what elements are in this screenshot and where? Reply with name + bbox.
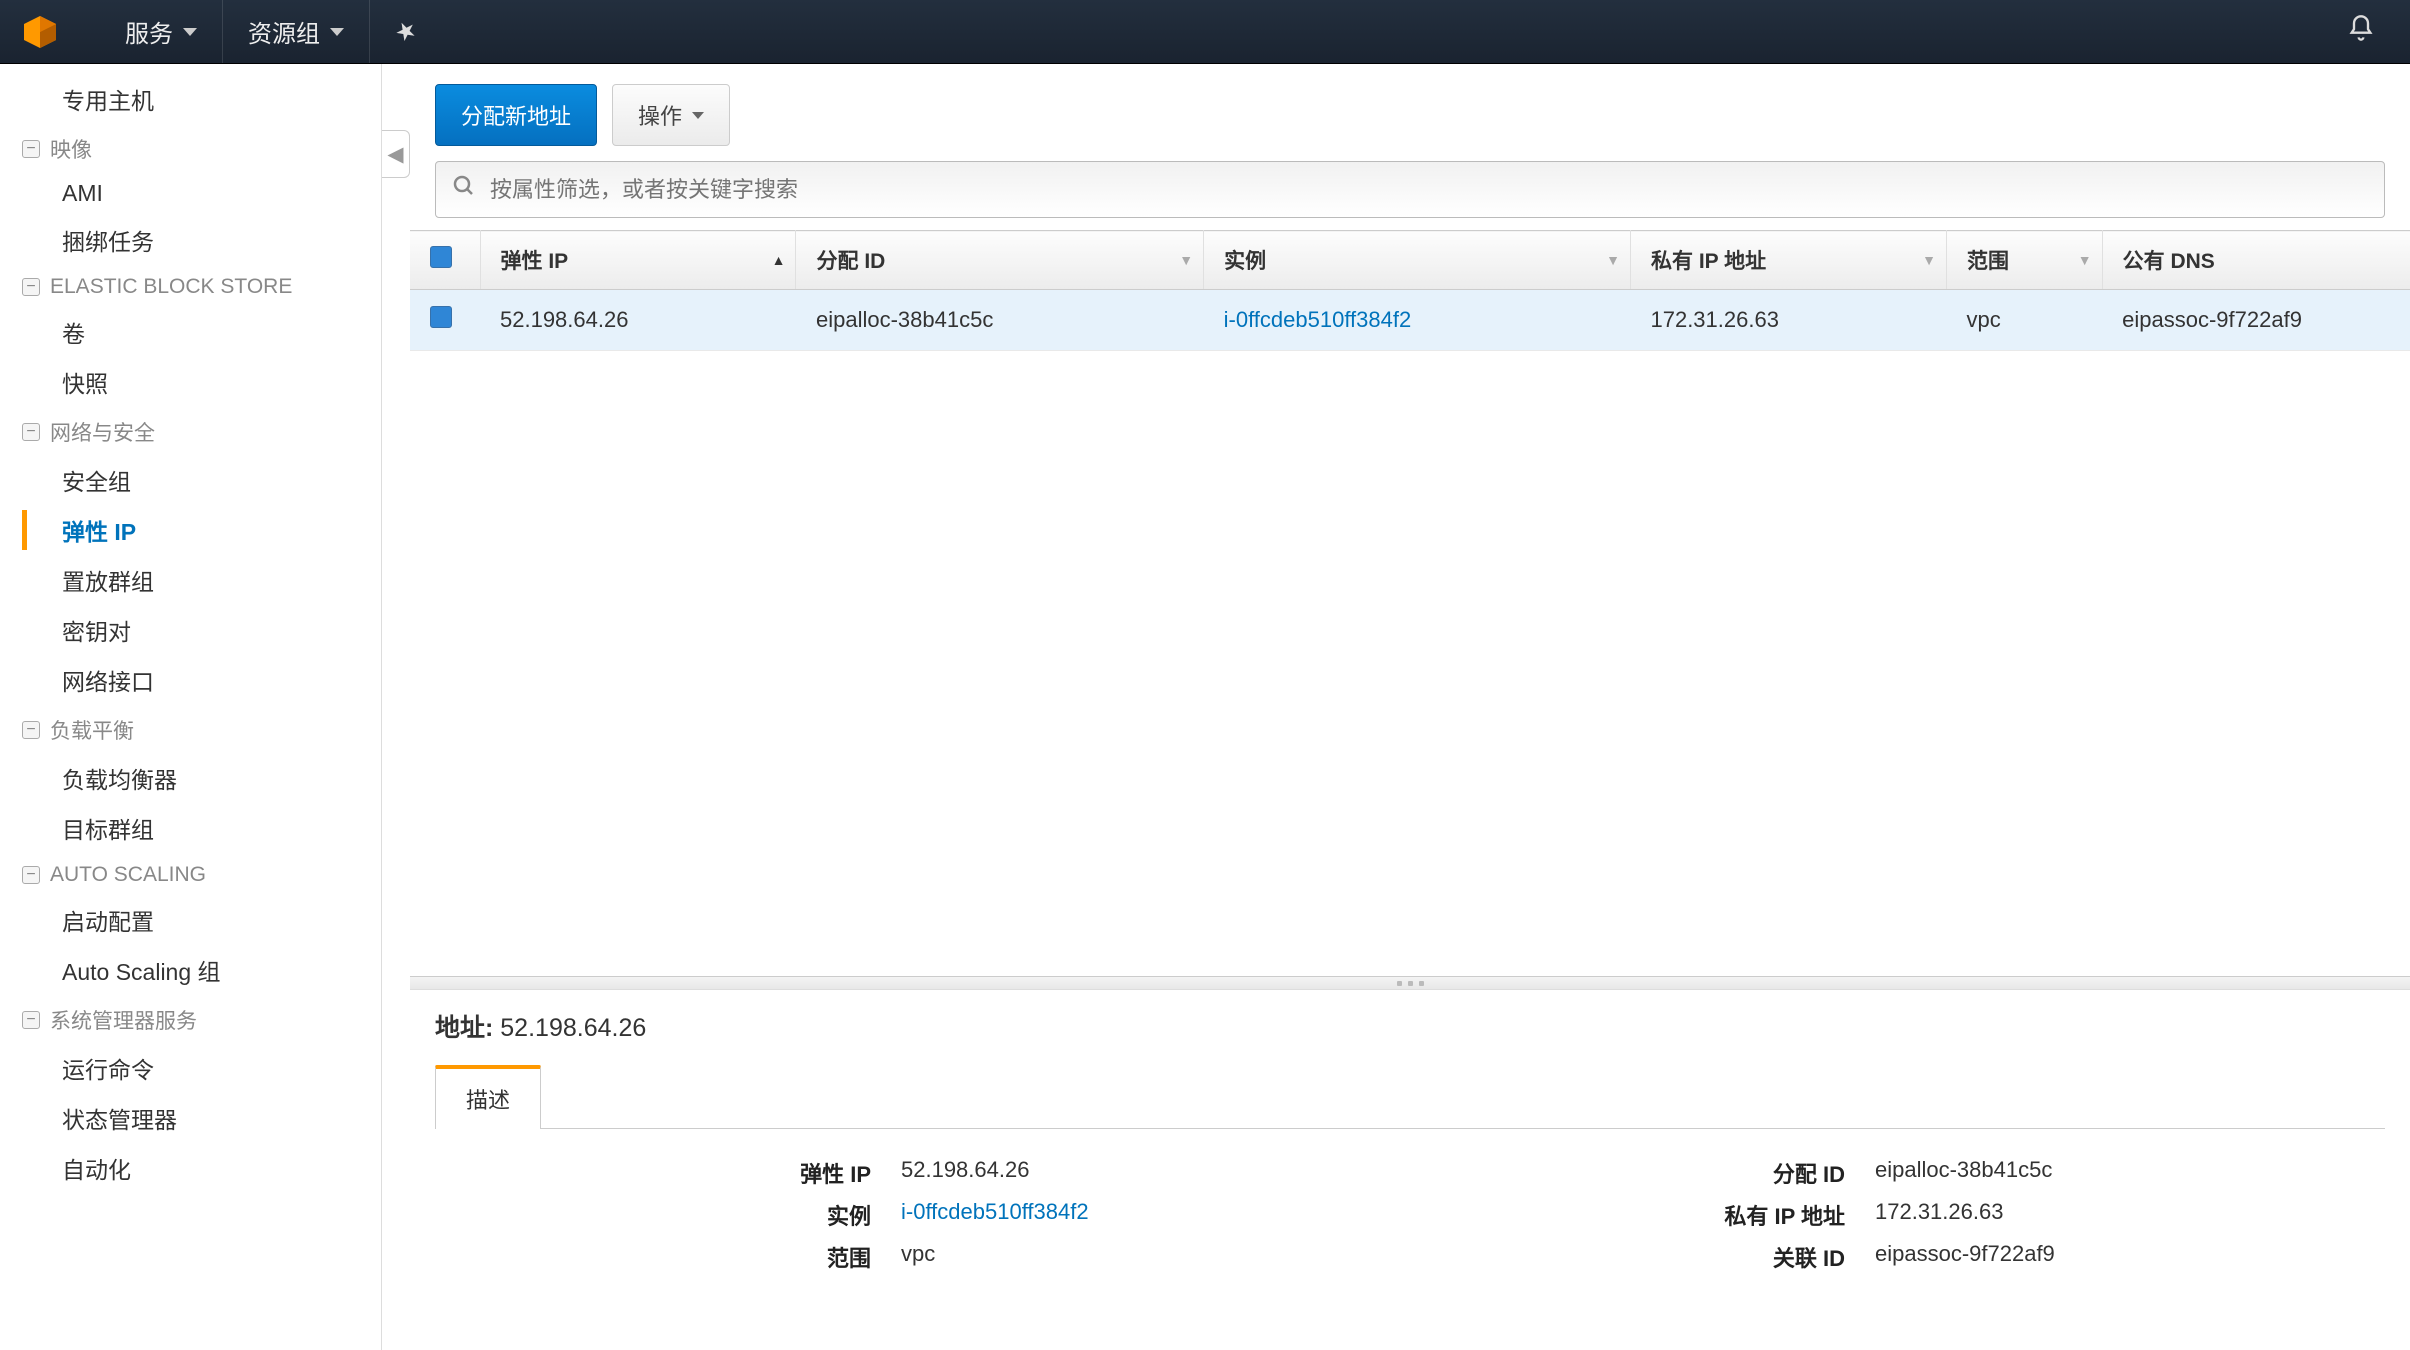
row-checkbox[interactable] (430, 306, 452, 328)
value-allocation-id: eipalloc-38b41c5c (1875, 1157, 2369, 1189)
aws-logo[interactable] (20, 12, 60, 52)
services-menu[interactable]: 服务 (100, 0, 223, 63)
label-association-id: 关联 ID (1425, 1241, 1845, 1273)
cell-scope: vpc (1946, 290, 2102, 351)
notifications-icon[interactable] (2332, 14, 2390, 50)
detail-title: 地址: 52.198.64.26 (435, 1008, 2385, 1044)
value-association-id: eipassoc-9f722af9 (1875, 1241, 2369, 1273)
value-elastic-ip: 52.198.64.26 (901, 1157, 1395, 1189)
sidebar-item-load-balancers[interactable]: 负载均衡器 (0, 753, 381, 803)
label-scope: 范围 (451, 1241, 871, 1273)
sidebar-item-key-pairs[interactable]: 密钥对 (0, 605, 381, 655)
sidebar-section-images[interactable]: − 映像 (0, 124, 381, 172)
toolbar: 分配新地址 操作 (410, 64, 2410, 161)
collapse-icon: − (22, 1011, 40, 1029)
allocate-address-button[interactable]: 分配新地址 (435, 84, 597, 146)
collapse-icon: − (22, 278, 40, 296)
actions-menu-button[interactable]: 操作 (612, 84, 730, 146)
sidebar-item-ami[interactable]: AMI (0, 172, 381, 215)
resource-groups-menu[interactable]: 资源组 (223, 0, 370, 63)
collapse-icon: − (22, 140, 40, 158)
main-content: 分配新地址 操作 弹性 IP▲ 分配 ID▼ 实例▼ 私有 IP 地址▼ 范围▼ (410, 64, 2410, 1350)
pin-icon[interactable]: ★ (370, 0, 441, 67)
column-select-all[interactable] (410, 231, 480, 290)
chevron-down-icon (692, 112, 704, 119)
column-public-dns[interactable]: 公有 DNS▼ (2102, 231, 2410, 290)
cell-public-dns: eipassoc-9f722af9 (2102, 290, 2410, 351)
value-private-ip: 172.31.26.63 (1875, 1199, 2369, 1231)
pane-splitter[interactable] (410, 976, 2410, 990)
sort-icon: ▼ (1606, 252, 1620, 268)
sidebar-item-network-interfaces[interactable]: 网络接口 (0, 655, 381, 705)
column-allocation-id[interactable]: 分配 ID▼ (796, 231, 1204, 290)
detail-properties: 弹性 IP 52.198.64.26 分配 ID eipalloc-38b41c… (435, 1129, 2385, 1301)
search-input[interactable] (490, 177, 2368, 203)
resource-groups-label: 资源组 (248, 14, 320, 49)
sidebar-item-asg[interactable]: Auto Scaling 组 (0, 945, 381, 995)
sidebar-item-volumes[interactable]: 卷 (0, 307, 381, 357)
sort-icon: ▼ (2078, 252, 2092, 268)
collapse-icon: − (22, 721, 40, 739)
sidebar-item-dedicated-hosts[interactable]: 专用主机 (0, 74, 381, 124)
checkbox-icon (430, 246, 452, 268)
sidebar-item-target-groups[interactable]: 目标群组 (0, 803, 381, 853)
label-allocation-id: 分配 ID (1425, 1157, 1845, 1189)
sidebar-item-launch-configs[interactable]: 启动配置 (0, 895, 381, 945)
sidebar-item-automation[interactable]: 自动化 (0, 1143, 381, 1193)
column-elastic-ip[interactable]: 弹性 IP▲ (480, 231, 796, 290)
sidebar-item-state-manager[interactable]: 状态管理器 (0, 1093, 381, 1143)
detail-tabs: 描述 (435, 1064, 2385, 1129)
collapse-sidebar-handle[interactable]: ◀ (382, 130, 410, 178)
sidebar-item-security-groups[interactable]: 安全组 (0, 455, 381, 505)
collapse-icon: − (22, 423, 40, 441)
sidebar-section-ssm[interactable]: − 系统管理器服务 (0, 995, 381, 1043)
sidebar-item-run-command[interactable]: 运行命令 (0, 1043, 381, 1093)
column-private-ip[interactable]: 私有 IP 地址▼ (1630, 231, 1946, 290)
detail-panel: 地址: 52.198.64.26 描述 弹性 IP 52.198.64.26 分… (410, 990, 2410, 1350)
label-elastic-ip: 弹性 IP (451, 1157, 871, 1189)
search-icon (452, 174, 476, 205)
cell-elastic-ip: 52.198.64.26 (480, 290, 796, 351)
sidebar-section-auto-scaling[interactable]: − AUTO SCALING (0, 853, 381, 895)
sidebar-item-snapshots[interactable]: 快照 (0, 357, 381, 407)
value-scope: vpc (901, 1241, 1395, 1273)
sidebar-item-elastic-ips[interactable]: 弹性 IP (0, 505, 381, 555)
tab-description[interactable]: 描述 (435, 1065, 541, 1129)
value-instance-link[interactable]: i-0ffcdeb510ff384f2 (901, 1199, 1089, 1224)
grip-icon (1397, 981, 1424, 986)
collapse-icon: − (22, 866, 40, 884)
elastic-ips-table: 弹性 IP▲ 分配 ID▼ 实例▼ 私有 IP 地址▼ 范围▼ 公有 DNS▼ … (410, 230, 2410, 351)
sort-asc-icon: ▲ (772, 252, 786, 268)
sort-icon: ▼ (1922, 252, 1936, 268)
sidebar-section-ebs[interactable]: − ELASTIC BLOCK STORE (0, 265, 381, 307)
cell-private-ip: 172.31.26.63 (1630, 290, 1946, 351)
sidebar-item-placement-groups[interactable]: 置放群组 (0, 555, 381, 605)
column-scope[interactable]: 范围▼ (1946, 231, 2102, 290)
table-row[interactable]: 52.198.64.26 eipalloc-38b41c5c i-0ffcdeb… (410, 290, 2410, 351)
column-instance[interactable]: 实例▼ (1204, 231, 1631, 290)
global-header: 服务 资源组 ★ (0, 0, 2410, 64)
left-nav: 专用主机 − 映像 AMI 捆绑任务 − ELASTIC BLOCK STORE… (0, 64, 382, 1350)
services-label: 服务 (125, 14, 173, 49)
instance-link[interactable]: i-0ffcdeb510ff384f2 (1224, 307, 1412, 332)
label-instance: 实例 (451, 1199, 871, 1231)
sidebar-item-bundle-tasks[interactable]: 捆绑任务 (0, 215, 381, 265)
chevron-down-icon (330, 28, 344, 36)
sidebar-section-load-balancing[interactable]: − 负载平衡 (0, 705, 381, 753)
sort-icon: ▼ (1179, 252, 1193, 268)
chevron-down-icon (183, 28, 197, 36)
sidebar-section-network-security[interactable]: − 网络与安全 (0, 407, 381, 455)
filter-bar[interactable] (435, 161, 2385, 218)
label-private-ip: 私有 IP 地址 (1425, 1199, 1845, 1231)
cell-allocation-id: eipalloc-38b41c5c (796, 290, 1204, 351)
